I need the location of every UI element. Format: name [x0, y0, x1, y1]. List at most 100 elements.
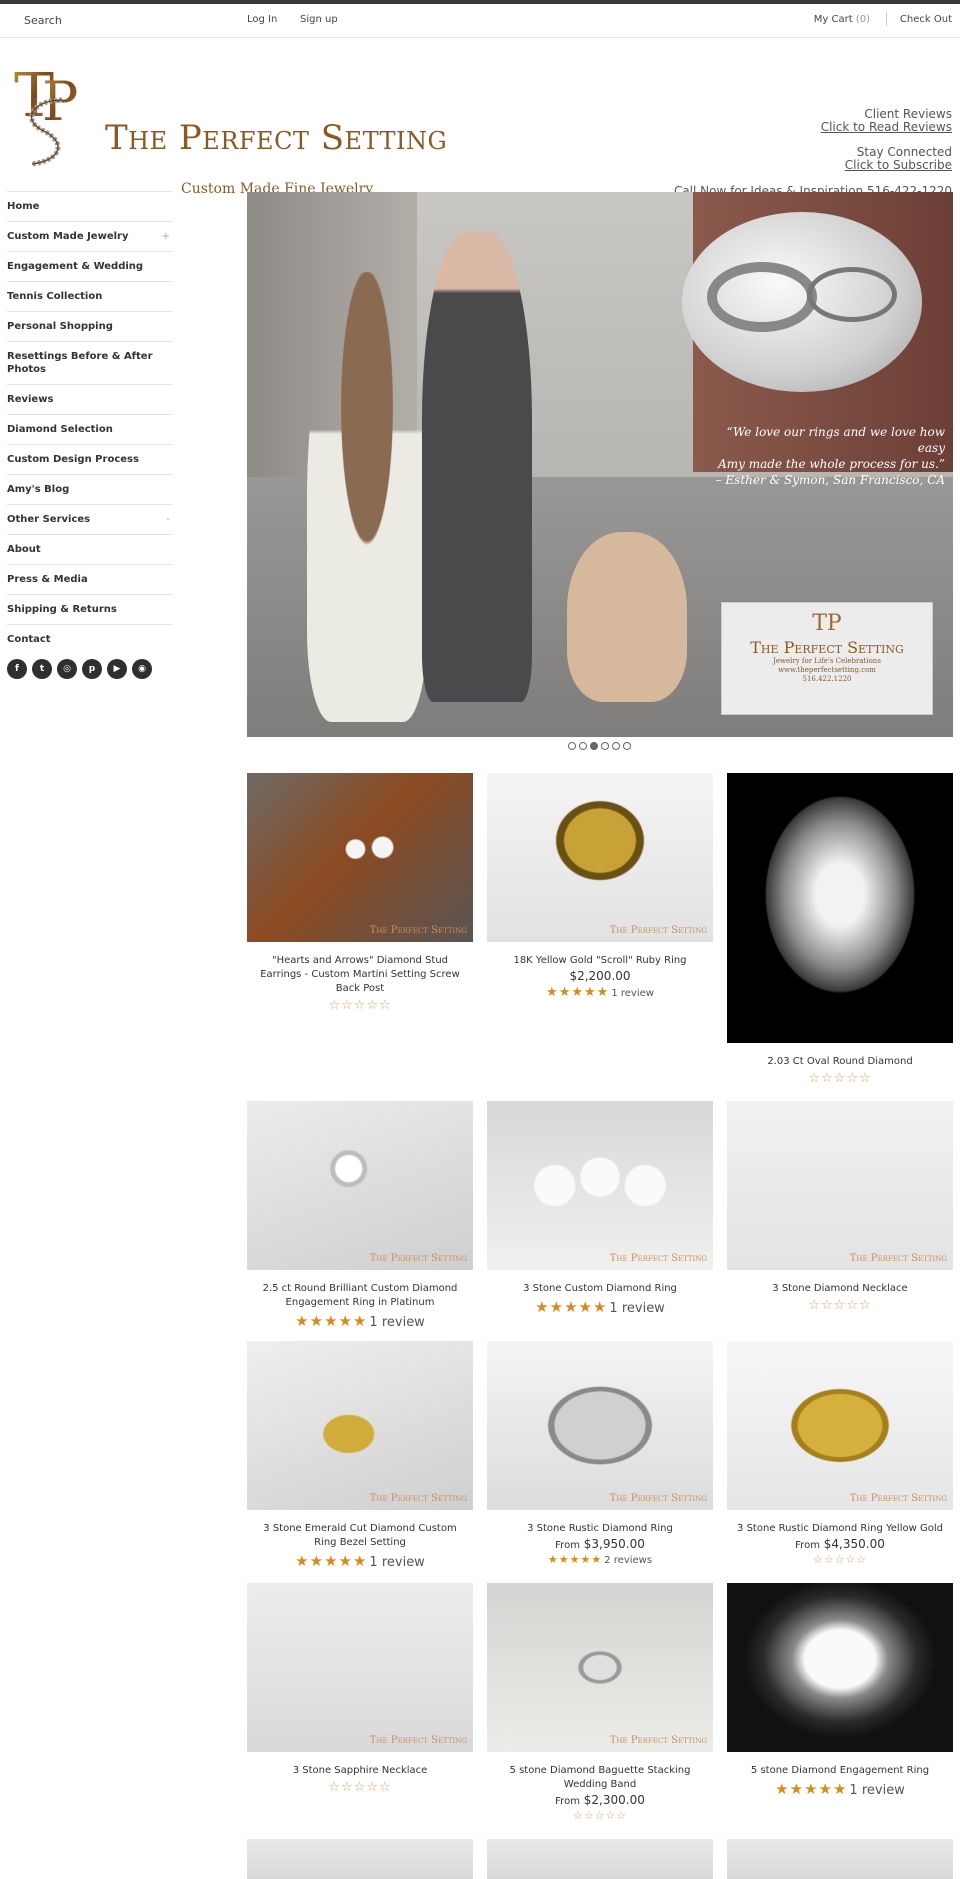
- product-image[interactable]: The Perfect Setting: [247, 1101, 473, 1270]
- review-count[interactable]: 1 review: [369, 1555, 424, 1570]
- product-image[interactable]: The Perfect Setting: [247, 1341, 473, 1510]
- cart-link[interactable]: My Cart (0): [814, 14, 870, 25]
- sidebar-item[interactable]: Custom Made Jewelry +: [7, 221, 172, 251]
- product-title[interactable]: 2.5 ct Round Brilliant Custom Diamond En…: [247, 1282, 473, 1310]
- twitter-icon[interactable]: t: [32, 659, 52, 679]
- product-image[interactable]: The Perfect Setting: [727, 1101, 953, 1270]
- product-image[interactable]: The Perfect Setting: [487, 773, 713, 942]
- product-title[interactable]: 5 stone Diamond Engagement Ring: [727, 1764, 953, 1778]
- sidebar-item[interactable]: Press & Media: [7, 564, 172, 594]
- brand-name[interactable]: The Perfect Setting: [105, 121, 447, 155]
- rss-icon[interactable]: ◉: [132, 659, 152, 679]
- star-rating[interactable]: ★★★★★ 1 review: [487, 985, 713, 1000]
- product-image[interactable]: [487, 1839, 713, 1879]
- sidebar-item[interactable]: Custom Design Process: [7, 444, 172, 474]
- product-card[interactable]: 5 stone Diamond Engagement Ring ★★★★★ 1 re…: [727, 1583, 953, 1798]
- product-image[interactable]: [727, 773, 953, 1043]
- subscribe-link[interactable]: Click to Subscribe: [845, 158, 952, 172]
- product-title[interactable]: 3 Stone Rustic Diamond Ring Yellow Gold: [727, 1522, 953, 1536]
- sidebar-item[interactable]: Shipping & Returns: [7, 594, 172, 624]
- read-reviews-link[interactable]: Click to Read Reviews: [821, 120, 952, 134]
- facebook-icon[interactable]: f: [7, 659, 27, 679]
- product-card[interactable]: The Perfect Setting 3 Stone Emerald Cut D…: [247, 1341, 473, 1570]
- product-card[interactable]: The Perfect Setting 3 Stone Diamond Neckl…: [727, 1101, 953, 1313]
- product-image[interactable]: The Perfect Setting: [487, 1583, 713, 1752]
- sidebar-item[interactable]: Amy's Blog: [7, 474, 172, 504]
- sidebar-item[interactable]: Home: [7, 191, 172, 221]
- slide-dot[interactable]: [579, 742, 587, 750]
- star-rating[interactable]: ☆☆☆☆☆: [727, 1553, 953, 1566]
- hero-slideshow[interactable]: “We love our rings and we love how easy …: [247, 192, 953, 737]
- product-card[interactable]: [727, 1839, 953, 1879]
- star-rating[interactable]: ☆☆☆☆☆: [247, 1780, 473, 1795]
- search-field[interactable]: [24, 14, 204, 27]
- review-count[interactable]: 2 reviews: [604, 1555, 652, 1566]
- sidebar-item[interactable]: Diamond Selection: [7, 414, 172, 444]
- product-title[interactable]: 5 stone Diamond Baguette Stacking Weddin…: [487, 1764, 713, 1792]
- expand-icon[interactable]: -: [166, 513, 170, 526]
- product-title[interactable]: 3 Stone Rustic Diamond Ring: [487, 1522, 713, 1536]
- star-rating[interactable]: ★★★★★ 1 review: [247, 1312, 473, 1330]
- slide-dot[interactable]: [590, 742, 598, 750]
- star-rating[interactable]: ★★★★★ 1 review: [727, 1780, 953, 1798]
- sidebar-item[interactable]: Engagement & Wedding: [7, 251, 172, 281]
- product-image[interactable]: The Perfect Setting: [247, 773, 473, 942]
- star-rating[interactable]: ☆☆☆☆☆: [247, 998, 473, 1013]
- sidebar-item[interactable]: Personal Shopping: [7, 311, 172, 341]
- instagram-icon[interactable]: ◎: [57, 659, 77, 679]
- star-rating[interactable]: ☆☆☆☆☆: [727, 1298, 953, 1313]
- product-card[interactable]: The Perfect Setting 3 Stone Sapphire Neck…: [247, 1583, 473, 1795]
- product-title[interactable]: "Hearts and Arrows" Diamond Stud Earring…: [247, 954, 473, 996]
- review-count[interactable]: 1 review: [609, 1301, 664, 1316]
- search-input[interactable]: [24, 14, 204, 27]
- youtube-icon[interactable]: ▶: [107, 659, 127, 679]
- product-card[interactable]: The Perfect Setting "Hearts and Arrows" D…: [247, 773, 473, 1013]
- review-count[interactable]: 1 review: [611, 988, 654, 999]
- star-rating[interactable]: ★★★★★ 1 review: [487, 1298, 713, 1316]
- sidebar-item[interactable]: Resettings Before & After Photos: [7, 341, 172, 384]
- product-image[interactable]: [247, 1839, 473, 1879]
- product-card[interactable]: The Perfect Setting 3 Stone Rustic Diamon…: [727, 1341, 953, 1566]
- star-rating[interactable]: ★★★★★ 2 reviews: [487, 1553, 713, 1566]
- checkout-link[interactable]: Check Out: [900, 14, 952, 25]
- signup-link[interactable]: Sign up: [300, 14, 338, 25]
- product-image[interactable]: The Perfect Setting: [727, 1341, 953, 1510]
- product-title[interactable]: 3 Stone Diamond Necklace: [727, 1282, 953, 1296]
- star-rating[interactable]: ★★★★★ 1 review: [247, 1552, 473, 1570]
- product-card[interactable]: [487, 1839, 713, 1879]
- slide-dot[interactable]: [601, 742, 609, 750]
- star-rating[interactable]: ☆☆☆☆☆: [487, 1809, 713, 1822]
- product-image[interactable]: The Perfect Setting: [247, 1583, 473, 1752]
- product-image[interactable]: [727, 1583, 953, 1752]
- sidebar-item[interactable]: About: [7, 534, 172, 564]
- product-title[interactable]: 18K Yellow Gold "Scroll" Ruby Ring: [487, 954, 713, 968]
- product-card[interactable]: The Perfect Setting 5 stone Diamond Bague…: [487, 1583, 713, 1822]
- product-title[interactable]: 3 Stone Sapphire Necklace: [247, 1764, 473, 1778]
- star-rating[interactable]: ☆☆☆☆☆: [727, 1071, 953, 1086]
- product-title[interactable]: 3 Stone Emerald Cut Diamond Custom Ring …: [247, 1522, 473, 1550]
- expand-icon[interactable]: +: [162, 230, 170, 243]
- brand-logo-icon[interactable]: T P: [12, 60, 96, 168]
- slide-dot[interactable]: [612, 742, 620, 750]
- product-image[interactable]: The Perfect Setting: [487, 1341, 713, 1510]
- product-card[interactable]: The Perfect Setting 3 Stone Rustic Diamon…: [487, 1341, 713, 1566]
- product-card[interactable]: 2.03 Ct Oval Round Diamond ☆☆☆☆☆: [727, 773, 953, 1086]
- login-link[interactable]: Log In: [247, 14, 277, 25]
- product-card[interactable]: [247, 1839, 473, 1879]
- product-title[interactable]: 2.03 Ct Oval Round Diamond: [727, 1055, 953, 1069]
- sidebar-item[interactable]: Reviews: [7, 384, 172, 414]
- product-image[interactable]: [727, 1839, 953, 1879]
- pinterest-icon[interactable]: p: [82, 659, 102, 679]
- review-count[interactable]: 1 review: [849, 1783, 904, 1798]
- product-card[interactable]: The Perfect Setting 2.5 ct Round Brillian…: [247, 1101, 473, 1330]
- product-card[interactable]: The Perfect Setting 18K Yellow Gold "Scro…: [487, 773, 713, 1000]
- review-count[interactable]: 1 review: [369, 1315, 424, 1330]
- slide-dot[interactable]: [568, 742, 576, 750]
- sidebar-item[interactable]: Tennis Collection: [7, 281, 172, 311]
- product-image[interactable]: The Perfect Setting: [487, 1101, 713, 1270]
- sidebar-item[interactable]: Other Services -: [7, 504, 172, 534]
- product-card[interactable]: The Perfect Setting 3 Stone Custom Diamon…: [487, 1101, 713, 1316]
- sidebar-item[interactable]: Contact: [7, 624, 172, 654]
- slide-dot[interactable]: [623, 742, 631, 750]
- product-title[interactable]: 3 Stone Custom Diamond Ring: [487, 1282, 713, 1296]
